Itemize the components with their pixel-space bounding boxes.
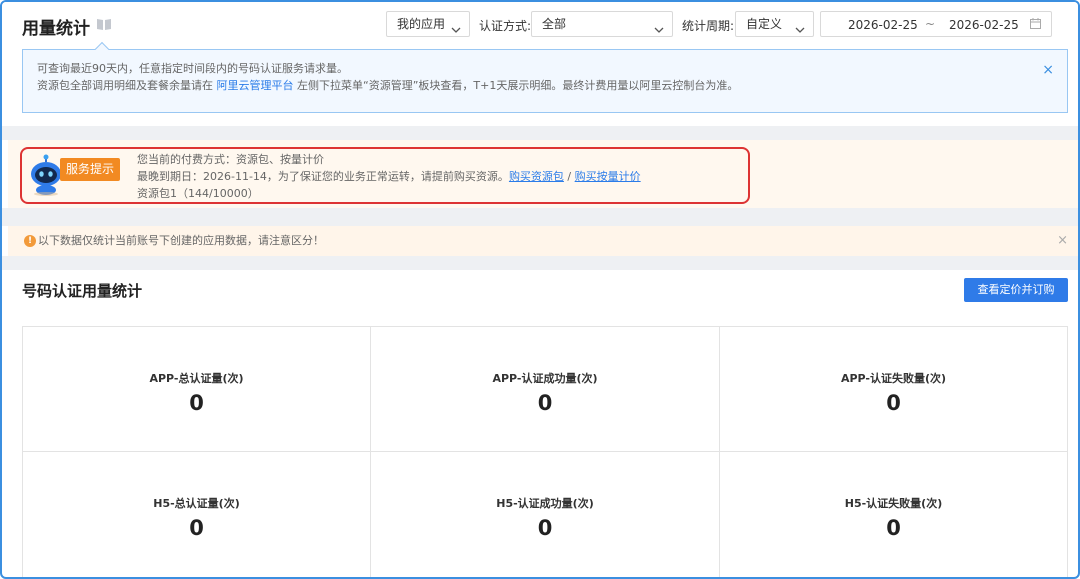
info-line-2: 资源包全部调用明细及套餐余量请在 阿里云管理平台 左侧下拉菜单“资源管理”板块查… [37, 77, 1067, 94]
chevron-down-icon [795, 19, 805, 33]
stat-card-app-fail: APP-认证失败量(次) 0 [720, 327, 1067, 452]
stat-value: 0 [537, 516, 553, 540]
chevron-down-icon [654, 19, 664, 33]
stat-value: 0 [886, 516, 901, 540]
warning-text: 以下数据仅统计当前账号下创建的应用数据，请注意区分！ [38, 234, 324, 247]
expiry-line: 最晚到期日：2026-11-14，为了保证您的业务正常运转，请提前购买资源。购买… [137, 168, 641, 185]
service-tip-badge: 服务提示 [60, 158, 120, 181]
stat-label: APP-认证失败量(次) [840, 372, 947, 385]
section-divider [2, 256, 1078, 270]
stat-card-h5-total: H5-总认证量(次) 0 [23, 452, 371, 577]
app-select-value: 我的应用 [397, 17, 446, 31]
aliyun-console-link[interactable]: 阿里云管理平台 [217, 79, 294, 92]
app-frame: 用量统计 我的应用 认证方式: 全部 统计周期: 自定义 2026-02-25 … [0, 0, 1080, 579]
info-banner: 可查询最近90天内，任意指定时间段内的号码认证服务请求量。 资源包全部调用明细及… [22, 49, 1068, 113]
warning-banner: ! 以下数据仅统计当前账号下创建的应用数据，请注意区分！ × [8, 226, 1078, 256]
link-separator: / [563, 170, 575, 183]
section-divider [2, 208, 1078, 226]
stat-value: 0 [886, 391, 901, 415]
date-separator: ~ [925, 17, 936, 31]
package-usage-text: 资源包1（144/10000） [137, 187, 259, 200]
period-select[interactable]: 自定义 [735, 11, 814, 37]
calendar-icon [1030, 18, 1041, 29]
info-line-1: 可查询最近90天内，任意指定时间段内的号码认证服务请求量。 [37, 62, 348, 75]
page-title: 用量统计 [22, 19, 90, 39]
stats-grid: APP-总认证量(次) 0 APP-认证成功量(次) 0 APP-认证失败量(次… [22, 326, 1068, 577]
service-tip-text: 您当前的付费方式：资源包、按量计价 最晚到期日：2026-11-14，为了保证您… [137, 151, 641, 202]
stat-card-app-total: APP-总认证量(次) 0 [23, 327, 371, 452]
date-start-input[interactable]: 2026-02-25 [848, 18, 918, 32]
stat-label: H5-认证成功量(次) [496, 497, 594, 510]
auth-method-label: 认证方式: [479, 19, 532, 33]
stat-label: H5-认证失败量(次) [844, 497, 943, 510]
date-range-picker[interactable]: 2026-02-25 ~ 2026-02-25 [820, 11, 1052, 37]
app-select[interactable]: 我的应用 [386, 11, 470, 37]
page-header: 用量统计 我的应用 认证方式: 全部 统计周期: 自定义 2026-02-25 … [2, 2, 1078, 48]
billing-method-text: 您当前的付费方式：资源包、按量计价 [137, 153, 324, 166]
view-pricing-button[interactable]: 查看定价并订购 [964, 278, 1068, 302]
auth-method-value: 全部 [542, 17, 567, 31]
expiry-text: 最晚到期日：2026-11-14，为了保证您的业务正常运转，请提前购买资源。 [137, 170, 509, 183]
stat-value: 0 [537, 391, 553, 415]
book-icon[interactable] [96, 18, 112, 31]
info-line-2-suffix: 左侧下拉菜单“资源管理”板块查看，T+1天展示明细。最终计费用量以阿里云控制台为… [293, 79, 739, 92]
stat-card-h5-fail: H5-认证失败量(次) 0 [720, 452, 1067, 577]
stat-value: 0 [189, 391, 204, 415]
stat-card-h5-success: H5-认证成功量(次) 0 [371, 452, 720, 577]
info-line-2-prefix: 资源包全部调用明细及套餐余量请在 [37, 79, 217, 92]
stats-section-title: 号码认证用量统计 [22, 282, 143, 300]
close-icon[interactable]: × [1042, 62, 1054, 79]
period-value: 自定义 [746, 17, 783, 31]
section-divider [2, 126, 1078, 140]
stat-card-app-success: APP-认证成功量(次) 0 [371, 327, 720, 452]
stat-label: H5-总认证量(次) [153, 497, 240, 510]
period-label: 统计周期: [682, 19, 735, 33]
buy-usage-link[interactable]: 购买按量计价 [575, 170, 641, 183]
close-icon[interactable]: × [1057, 226, 1068, 256]
stat-label: APP-认证成功量(次) [492, 372, 598, 385]
warning-icon: ! [24, 235, 36, 247]
buy-package-link[interactable]: 购买资源包 [509, 170, 564, 183]
date-end-input[interactable]: 2026-02-25 [949, 18, 1019, 32]
auth-method-select[interactable]: 全部 [531, 11, 673, 37]
stat-value: 0 [189, 516, 204, 540]
chevron-down-icon [451, 19, 461, 33]
stat-label: APP-总认证量(次) [149, 372, 244, 385]
